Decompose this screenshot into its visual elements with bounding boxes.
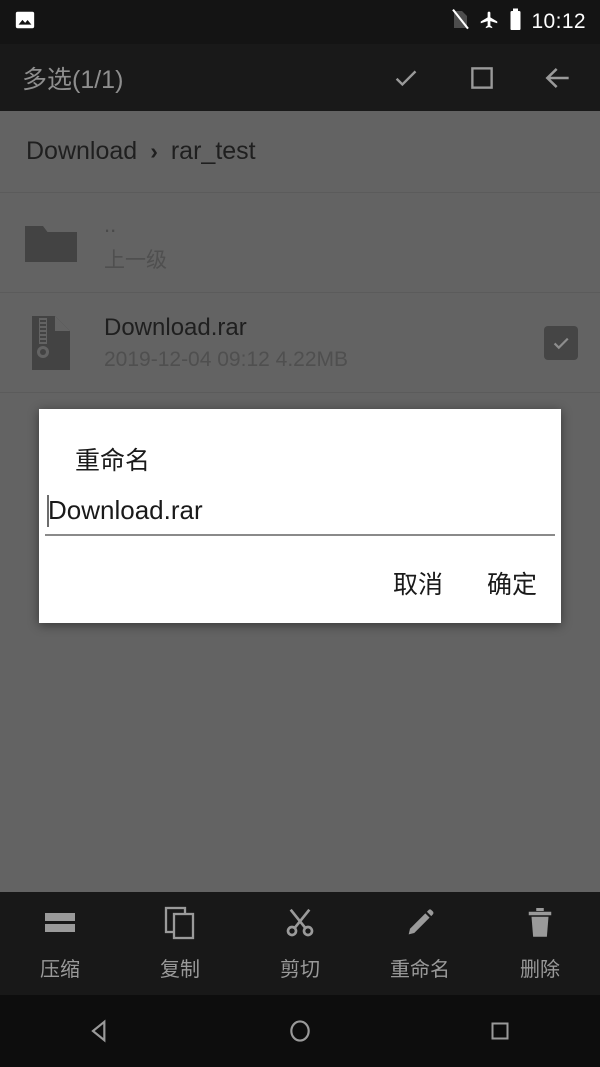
toolbar-label: 复制 xyxy=(160,958,200,981)
archive-file-icon xyxy=(22,314,80,372)
trash-icon xyxy=(525,906,555,940)
list-item-name: Download.rar xyxy=(104,313,247,341)
breadcrumb-segment-rar-test[interactable]: rar_test xyxy=(171,137,256,166)
square-icon xyxy=(471,66,493,89)
dialog-actions: 取消 确定 xyxy=(393,565,537,601)
select-all-button[interactable] xyxy=(386,58,426,98)
list-item-name: .. xyxy=(104,211,117,237)
chevron-right-icon: › xyxy=(150,138,158,164)
no-sim-icon xyxy=(452,8,470,36)
action-toolbar: 压缩 复制 剪切 重命名 删除 xyxy=(0,892,600,995)
toolbar-label: 重命名 xyxy=(390,958,450,981)
android-navigation-bar xyxy=(0,995,600,1067)
status-bar-clock: 10:12 xyxy=(531,10,586,33)
status-bar-notifications xyxy=(14,9,36,36)
action-bar-buttons xyxy=(386,58,578,98)
rename-input[interactable] xyxy=(45,495,555,534)
dialog-title: 重命名 xyxy=(75,447,151,475)
list-item-text: .. 上一级 xyxy=(104,212,167,274)
nav-home-circle-icon xyxy=(290,1020,310,1042)
toolbar-item-rename[interactable]: 重命名 xyxy=(360,906,480,982)
toolbar-label: 删除 xyxy=(520,958,560,981)
image-icon xyxy=(14,9,36,36)
folder-icon xyxy=(22,214,80,272)
rename-dialog: 重命名 取消 确定 xyxy=(39,409,561,623)
compress-icon xyxy=(43,906,77,940)
list-item-text: Download.rar 2019-12-04 09:12 4.22MB xyxy=(104,314,348,372)
toolbar-item-delete[interactable]: 删除 xyxy=(480,906,600,982)
pencil-icon xyxy=(404,906,436,940)
cancel-button[interactable]: 取消 xyxy=(393,565,443,601)
toolbar-item-copy[interactable]: 复制 xyxy=(120,906,240,982)
battery-full-icon xyxy=(509,8,522,36)
airplane-mode-icon xyxy=(478,9,500,36)
toolbar-label: 压缩 xyxy=(40,958,80,981)
deselect-all-button[interactable] xyxy=(462,58,502,98)
toolbar-label: 剪切 xyxy=(280,958,320,981)
confirm-button[interactable]: 确定 xyxy=(487,565,537,601)
phone-screen: 10:12 多选(1/1) Download › rar_test .. 上一级… xyxy=(0,0,600,1067)
nav-recents-button[interactable] xyxy=(464,995,536,1067)
back-button[interactable] xyxy=(538,58,578,98)
list-item-parent-folder[interactable]: .. 上一级 xyxy=(0,193,600,293)
page-title: 多选(1/1) xyxy=(22,65,124,94)
status-bar: 10:12 xyxy=(0,0,600,44)
list-item-checkbox[interactable] xyxy=(544,325,578,360)
input-underline xyxy=(45,534,555,536)
list-item-download-rar[interactable]: Download.rar 2019-12-04 09:12 4.22MB xyxy=(0,293,600,393)
checkbox-checked-icon xyxy=(544,325,578,360)
nav-recents-square-icon xyxy=(491,1022,509,1040)
check-icon xyxy=(395,70,417,86)
nav-back-button[interactable] xyxy=(64,995,136,1067)
list-item-subtitle: 上一级 xyxy=(104,248,167,272)
breadcrumb: Download › rar_test xyxy=(0,111,600,193)
breadcrumb-segment-download[interactable]: Download xyxy=(26,137,137,166)
arrow-left-icon xyxy=(545,67,569,88)
text-cursor xyxy=(47,495,49,527)
status-bar-system-icons: 10:12 xyxy=(452,8,586,36)
toolbar-item-cut[interactable]: 剪切 xyxy=(240,906,360,982)
action-bar: 多选(1/1) xyxy=(0,44,600,111)
list-item-subtitle: 2019-12-04 09:12 4.22MB xyxy=(104,347,349,371)
nav-back-triangle-icon xyxy=(91,1019,106,1043)
nav-home-button[interactable] xyxy=(264,995,336,1067)
toolbar-item-compress[interactable]: 压缩 xyxy=(0,906,120,982)
cut-icon xyxy=(284,906,316,940)
copy-icon xyxy=(164,906,196,940)
rename-input-wrap xyxy=(45,495,555,536)
